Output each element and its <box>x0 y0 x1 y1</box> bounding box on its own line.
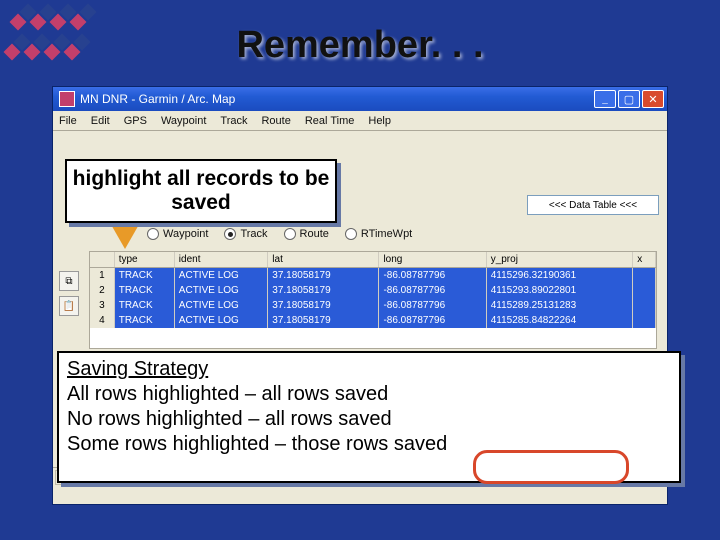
table-row[interactable]: 2TRACKACTIVE LOG37.18058179-86.087877964… <box>90 283 656 298</box>
radio-waypoint-label: Waypoint <box>163 228 208 240</box>
annotation-strategy: Saving Strategy All rows highlighted – a… <box>57 351 681 483</box>
maximize-button[interactable]: ▢ <box>618 90 640 108</box>
side-toolbar: ⧉ 📋 <box>59 271 81 321</box>
strategy-heading: Saving Strategy <box>67 358 208 380</box>
slide-title: Remember. . . <box>0 24 720 67</box>
strategy-line: No rows highlighted – all rows saved <box>67 408 392 430</box>
radio-track[interactable] <box>224 228 236 240</box>
menu-waypoint[interactable]: Waypoint <box>161 115 206 127</box>
app-window: MN DNR - Garmin / Arc. Map _ ▢ ✕ File Ed… <box>52 86 668 505</box>
table-row[interactable]: 3TRACKACTIVE LOG37.18058179-86.087877964… <box>90 298 656 313</box>
radio-waypoint[interactable] <box>147 228 159 240</box>
radio-route-label: Route <box>300 228 329 240</box>
annotation-arrow-icon <box>109 221 141 249</box>
data-table[interactable]: type ident lat long y_proj x 1TRACKACTIV… <box>89 251 657 349</box>
window-title: MN DNR - Garmin / Arc. Map <box>80 92 592 106</box>
menu-help[interactable]: Help <box>368 115 391 127</box>
table-row[interactable]: 1TRACKACTIVE LOG37.18058179-86.087877964… <box>90 268 656 283</box>
radio-track-label: Track <box>240 228 267 240</box>
radio-rtime[interactable] <box>345 228 357 240</box>
app-icon <box>59 91 75 107</box>
radio-route[interactable] <box>284 228 296 240</box>
menubar: File Edit GPS Waypoint Track Route Real … <box>53 111 667 131</box>
annotation-highlight: highlight all records to be saved <box>65 159 337 223</box>
menu-track[interactable]: Track <box>220 115 247 127</box>
copy-icon[interactable]: ⧉ <box>59 271 79 291</box>
radio-rtime-label: RTimeWpt <box>361 228 412 240</box>
table-header: type ident lat long y_proj x <box>90 252 656 268</box>
menu-realtime[interactable]: Real Time <box>305 115 355 127</box>
strategy-line: All rows highlighted – all rows saved <box>67 383 388 405</box>
minimize-button[interactable]: _ <box>594 90 616 108</box>
menu-file[interactable]: File <box>59 115 77 127</box>
toolbar <box>53 131 667 162</box>
menu-edit[interactable]: Edit <box>91 115 110 127</box>
close-button[interactable]: ✕ <box>642 90 664 108</box>
menu-gps[interactable]: GPS <box>124 115 147 127</box>
window-titlebar: MN DNR - Garmin / Arc. Map _ ▢ ✕ <box>53 87 667 111</box>
table-row[interactable]: 4TRACKACTIVE LOG37.18058179-86.087877964… <box>90 313 656 328</box>
paste-icon[interactable]: 📋 <box>59 296 79 316</box>
menu-route[interactable]: Route <box>261 115 290 127</box>
strategy-line: Some rows highlighted – those rows saved <box>67 433 447 455</box>
type-radio-group: Waypoint Track Route RTimeWpt <box>131 225 655 243</box>
data-table-button[interactable]: <<< Data Table <<< <box>527 195 659 215</box>
